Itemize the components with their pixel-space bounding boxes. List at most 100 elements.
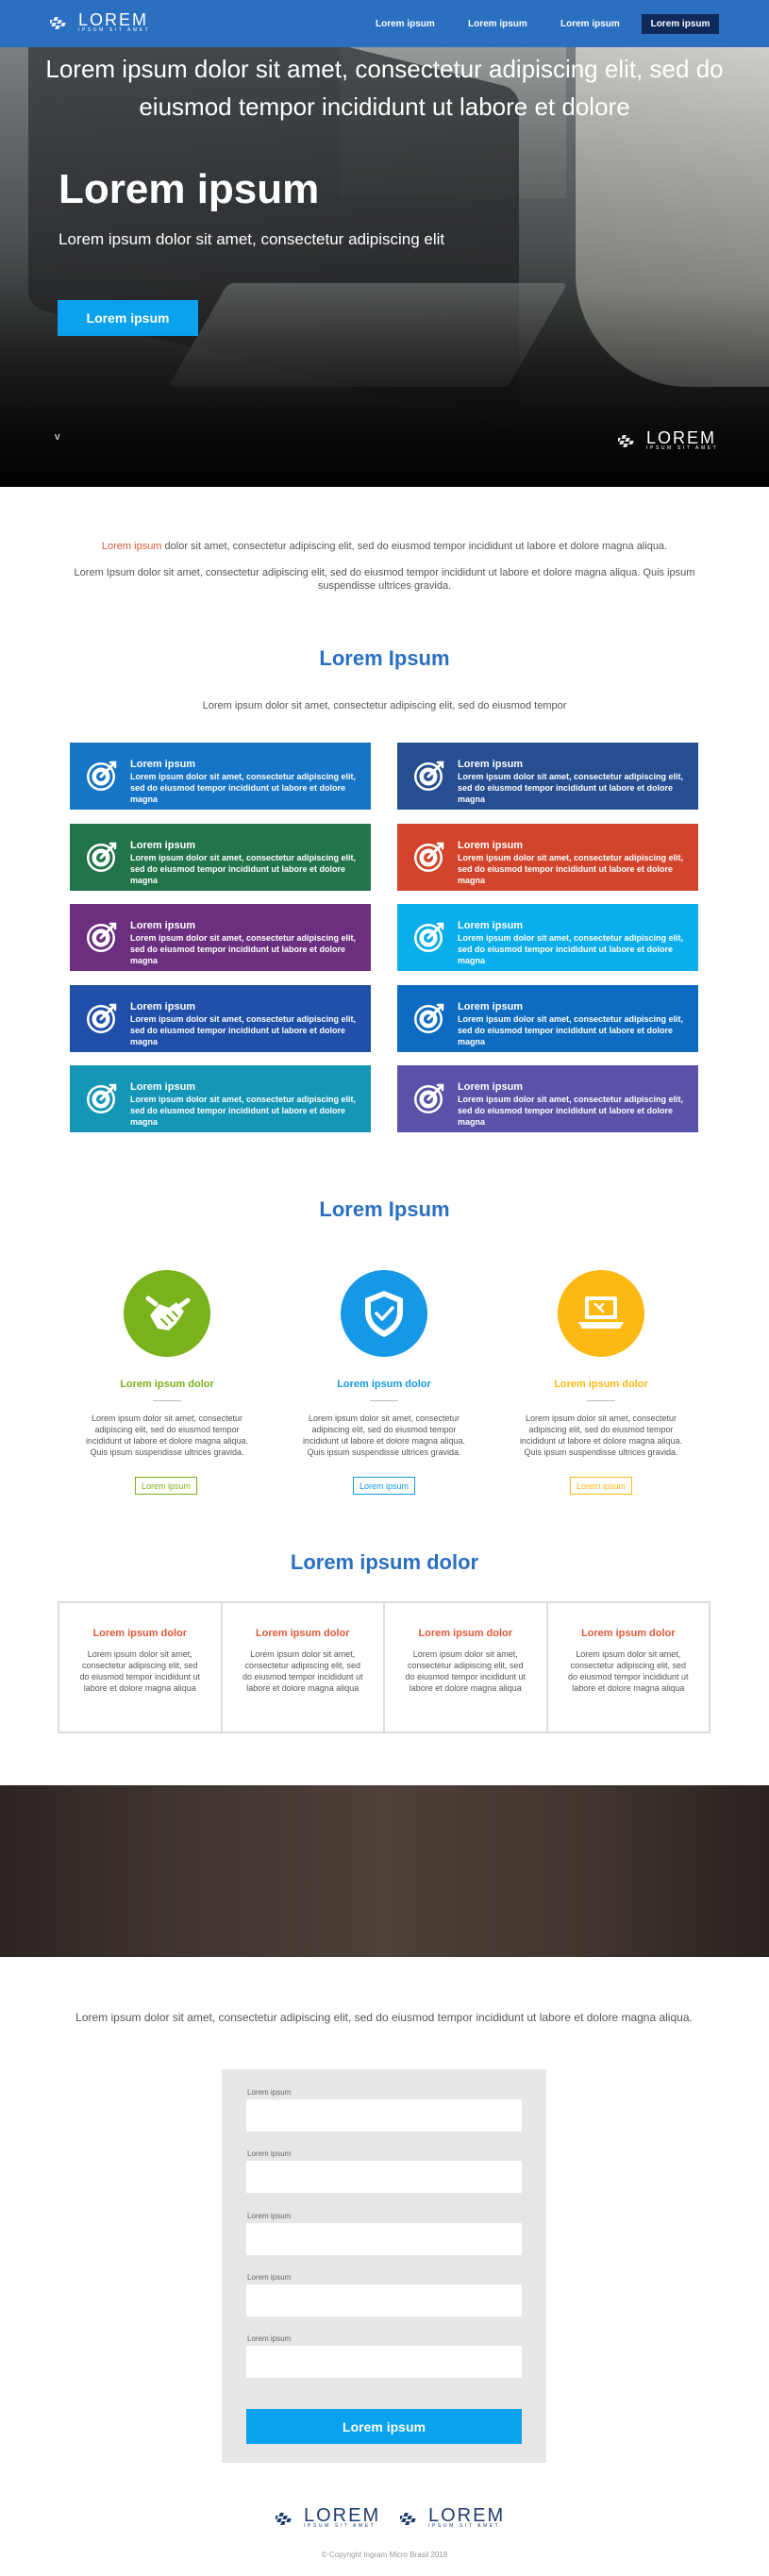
quote-band	[0, 1785, 769, 1957]
feature-3-text: Lorem ipsum dolor sit amet, consectetur …	[519, 1413, 683, 1457]
copyright-text: © Copyright Ingram Micro Brasil 2018	[321, 2551, 448, 2559]
feature-1-circle	[124, 1270, 210, 1357]
intro-line-2: Lorem Ipsum dolor sit amet, consectetur …	[74, 567, 695, 592]
service-tile[interactable]: Lorem ipsum Lorem ipsum dolor sit amet, c…	[70, 823, 371, 891]
service-tile[interactable]: Lorem ipsum Lorem ipsum dolor sit amet, c…	[397, 904, 698, 971]
service-tile-title: Lorem ipsum	[458, 1081, 524, 1093]
hero-title: Lorem ipsum	[59, 166, 320, 212]
feature-1-divider	[153, 1400, 181, 1401]
nav-link-2[interactable]: Lorem ipsum	[468, 19, 527, 29]
service-tile-title: Lorem ipsum	[130, 839, 196, 851]
quote-band-text: Lorem ipsum dolor sit amet, consectetur …	[45, 55, 724, 121]
field-label: Lorem ipsum	[247, 2088, 292, 2097]
service-tile-text: Lorem ipsum dolor sit amet, consectetur …	[130, 933, 357, 965]
service-tile[interactable]: Lorem ipsum Lorem ipsum dolor sit amet, c…	[70, 1065, 371, 1132]
service-tile[interactable]: Lorem ipsum Lorem ipsum dolor sit amet, c…	[397, 1065, 698, 1132]
brand-tagline: IPSUM SIT AMET	[78, 27, 151, 33]
laptop-icon	[578, 1296, 624, 1329]
hero-cta-button[interactable]: Lorem ipsum	[58, 300, 198, 336]
contact-form: Lorem ipsum Lorem ipsum Lorem ipsum Lore…	[222, 2069, 546, 2463]
form-field-1[interactable]	[246, 2099, 522, 2132]
boxes-row: Lorem ipsum dolor Lorem ipsum dolor sit …	[58, 1601, 710, 1733]
features-title: Lorem Ipsum	[319, 1197, 450, 1221]
shield-check-icon	[365, 1291, 403, 1337]
nav-link-3[interactable]: Lorem ipsum	[560, 19, 620, 29]
service-tile[interactable]: Lorem ipsum Lorem ipsum dolor sit amet, c…	[397, 823, 698, 891]
feature-1-button[interactable]: Lorem ipsum	[135, 1477, 197, 1495]
field-label: Lorem ipsum	[247, 2212, 292, 2220]
service-tile-text: Lorem ipsum dolor sit amet, consectetur …	[130, 852, 357, 885]
service-tile[interactable]: Lorem ipsum Lorem ipsum dolor sit amet, c…	[70, 743, 371, 810]
service-tile-text: Lorem ipsum dolor sit amet, consectetur …	[458, 1095, 684, 1127]
feature-2-divider	[370, 1400, 398, 1401]
feature-1-text: Lorem ipsum dolor sit amet, consectetur …	[85, 1413, 249, 1457]
feature-2-button[interactable]: Lorem ipsum	[353, 1477, 415, 1495]
service-tile-title: Lorem ipsum	[130, 1081, 196, 1093]
nav-cta-button[interactable]: Lorem ipsum	[642, 14, 719, 34]
service-tile-title: Lorem ipsum	[130, 1000, 196, 1012]
service-tile-title: Lorem ipsum	[458, 1000, 524, 1012]
service-tile[interactable]: Lorem ipsum Lorem ipsum dolor sit amet, c…	[397, 743, 698, 810]
field-label: Lorem ipsum	[247, 2273, 292, 2282]
hero-logo: LOREM IPSUM SIT AMET	[618, 428, 719, 452]
feature-2-circle	[341, 1270, 427, 1357]
footer-logo-1: LOREM IPSUM SIT AMET	[276, 2505, 381, 2530]
logo-mark-icon	[50, 16, 66, 29]
feature-3-circle	[558, 1270, 644, 1357]
submit-button[interactable]: Lorem ipsum	[246, 2409, 522, 2444]
brand-tagline: IPSUM SIT AMET	[304, 2523, 376, 2529]
service-tile-text: Lorem ipsum dolor sit amet, consectetur …	[130, 1013, 357, 1046]
logo-mark-icon	[618, 434, 634, 447]
box-text: Lorem ipsum dolor sit amet, consectetur …	[405, 1649, 527, 1693]
target-icon	[85, 1081, 119, 1115]
service-tile[interactable]: Lorem ipsum Lorem ipsum dolor sit amet, c…	[70, 984, 371, 1052]
brand-name: LOREM	[646, 428, 717, 447]
scroll-down-icon[interactable]: v	[55, 431, 60, 443]
box-text: Lorem ipsum dolor sit amet, consectetur …	[567, 1649, 689, 1693]
target-icon	[412, 759, 446, 793]
services-subtitle: Lorem ipsum dolor sit amet, consectetur …	[202, 700, 567, 711]
service-tile[interactable]: Lorem ipsum Lorem ipsum dolor sit amet, c…	[70, 904, 371, 971]
form-field-4[interactable]	[246, 2284, 522, 2317]
footer-logo-2: LOREM IPSUM SIT AMET	[400, 2505, 506, 2530]
top-navbar: LOREM IPSUM SIT AMET Lorem ipsum Lorem i…	[0, 0, 769, 47]
boxes-title: Lorem ipsum dolor	[290, 1550, 479, 1574]
form-field-3[interactable]	[246, 2223, 522, 2255]
target-icon	[412, 840, 446, 874]
box-item: Lorem ipsum dolor Lorem ipsum dolor sit …	[223, 1603, 385, 1731]
box-text: Lorem ipsum dolor sit amet, consectetur …	[242, 1649, 363, 1693]
box-item: Lorem ipsum dolor Lorem ipsum dolor sit …	[385, 1603, 548, 1731]
service-tile[interactable]: Lorem ipsum Lorem ipsum dolor sit amet, c…	[397, 984, 698, 1052]
feature-2-text: Lorem ipsum dolor sit amet, consectetur …	[302, 1413, 466, 1457]
brand-tagline: IPSUM SIT AMET	[646, 445, 719, 451]
service-tile-title: Lorem ipsum	[458, 920, 524, 931]
nav-link-1[interactable]: Lorem ipsum	[376, 19, 435, 29]
feature-3-button[interactable]: Lorem ipsum	[570, 1477, 632, 1495]
intro-line-1: Lorem ipsum dolor sit amet, consectetur …	[57, 540, 712, 553]
form-field-2[interactable]	[246, 2161, 522, 2193]
intro-line-1-text: dolor sit amet, consectetur adipiscing e…	[161, 541, 668, 552]
brand-name: LOREM	[304, 2505, 381, 2526]
service-tile-text: Lorem ipsum dolor sit amet, consectetur …	[458, 1013, 684, 1046]
service-tile-title: Lorem ipsum	[458, 759, 524, 770]
service-tile-title: Lorem ipsum	[458, 839, 524, 851]
form-field-5[interactable]	[246, 2346, 522, 2378]
service-tile-text: Lorem ipsum dolor sit amet, consectetur …	[458, 772, 684, 804]
logo-mark-icon	[400, 2512, 416, 2525]
handshake-icon	[145, 1296, 191, 1330]
field-label: Lorem ipsum	[247, 2149, 292, 2158]
field-label: Lorem ipsum	[247, 2334, 292, 2343]
header-logo[interactable]: LOREM IPSUM SIT AMET	[50, 10, 151, 34]
feature-3-divider	[587, 1400, 615, 1401]
box-title: Lorem ipsum dolor	[580, 1628, 676, 1639]
feature-1-title: Lorem ipsum dolor	[120, 1379, 214, 1390]
hero-subtitle: Lorem ipsum dolor sit amet, consectetur …	[59, 230, 445, 248]
target-icon	[85, 840, 119, 874]
target-icon	[85, 1001, 119, 1035]
box-title: Lorem ipsum dolor	[255, 1628, 350, 1639]
brand-name: LOREM	[78, 10, 149, 29]
target-icon	[412, 920, 446, 954]
brand-name: LOREM	[428, 2505, 506, 2526]
logo-mark-icon	[276, 2512, 292, 2525]
target-icon	[412, 1081, 446, 1115]
